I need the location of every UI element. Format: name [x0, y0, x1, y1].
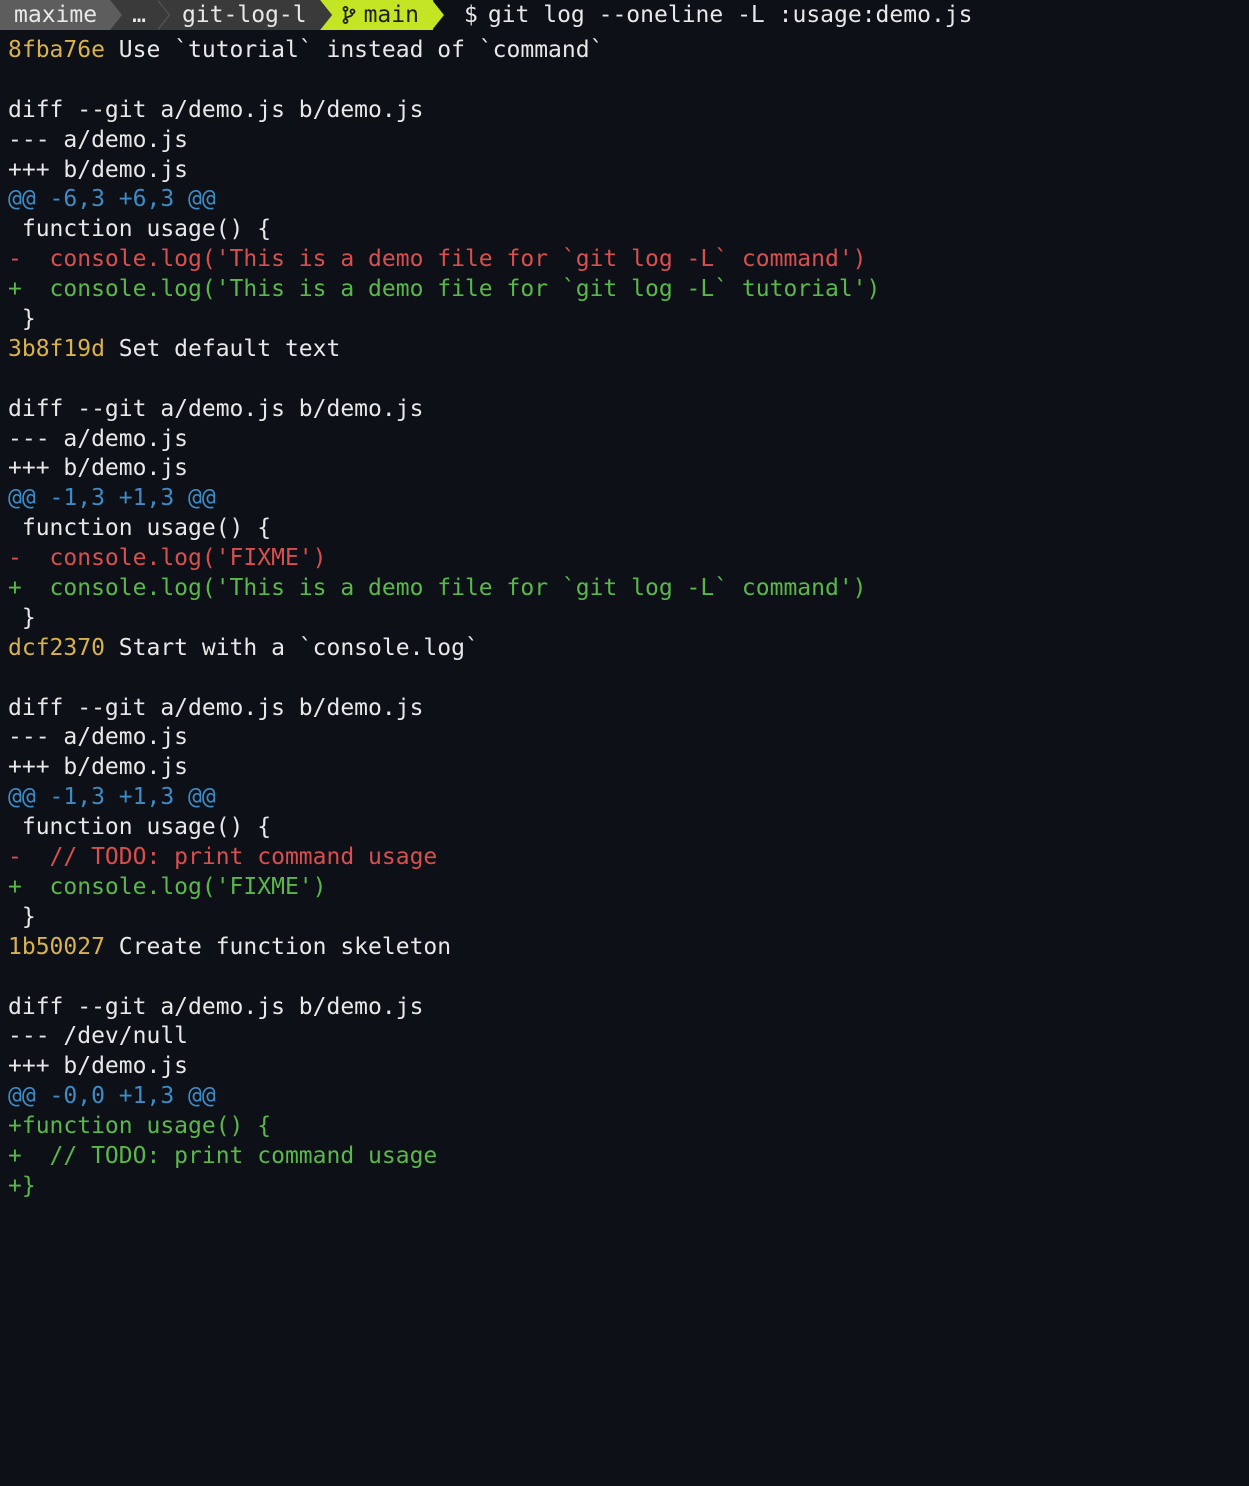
diff-old-file: --- /dev/null — [8, 1022, 1241, 1052]
diff-header: diff --git a/demo.js b/demo.js — [8, 395, 1241, 425]
chevron-icon — [320, 0, 332, 30]
diff-old-file: --- a/demo.js — [8, 425, 1241, 455]
git-branch-icon — [342, 5, 356, 25]
diff-context-line: } — [8, 903, 1241, 933]
blank-line — [8, 365, 1241, 395]
commit-hash: 3b8f19d — [8, 336, 105, 362]
commit-hash: 1b50027 — [8, 934, 105, 960]
diff-removed-line: - console.log('FIXME') — [8, 544, 1241, 574]
diff-added-line: +} — [8, 1172, 1241, 1202]
diff-hunk: @@ -1,3 +1,3 @@ — [8, 783, 1241, 813]
diff-added-line: +function usage() { — [8, 1112, 1241, 1142]
prompt-user-segment: maxime — [0, 0, 111, 30]
blank-line — [8, 664, 1241, 694]
prompt-dir: git-log-l — [182, 0, 307, 30]
diff-context-line: function usage() { — [8, 813, 1241, 843]
diff-old-file: --- a/demo.js — [8, 723, 1241, 753]
diff-hunk: @@ -0,0 +1,3 @@ — [8, 1082, 1241, 1112]
prompt-symbol: $ — [444, 0, 488, 30]
prompt-ellipsis: … — [132, 0, 146, 30]
diff-added-line: + console.log('This is a demo file for `… — [8, 275, 1241, 305]
diff-added-line: + console.log('This is a demo file for `… — [8, 574, 1241, 604]
commit-message: Create function skeleton — [105, 934, 451, 960]
commit-message: Use `tutorial` instead of `command` — [105, 37, 604, 63]
commit-hash: 8fba76e — [8, 37, 105, 63]
chevron-icon — [432, 0, 444, 30]
command-input[interactable]: git log --oneline -L :usage:demo.js — [488, 0, 973, 30]
commit-header: 1b50027 Create function skeleton — [8, 933, 1241, 963]
diff-hunk: @@ -6,3 +6,3 @@ — [8, 185, 1241, 215]
terminal-output: 8fba76e Use `tutorial` instead of `comma… — [0, 36, 1249, 1202]
commit-header: 3b8f19d Set default text — [8, 335, 1241, 365]
prompt-bar: maxime … git-log-l main $ git log --onel… — [0, 0, 1249, 30]
diff-new-file: +++ b/demo.js — [8, 156, 1241, 186]
commit-header: 8fba76e Use `tutorial` instead of `comma… — [8, 36, 1241, 66]
diff-context-line: } — [8, 604, 1241, 634]
prompt-branch-segment: main — [320, 0, 433, 30]
chevron-icon — [157, 0, 169, 30]
diff-hunk: @@ -1,3 +1,3 @@ — [8, 484, 1241, 514]
diff-new-file: +++ b/demo.js — [8, 1052, 1241, 1082]
diff-added-line: + console.log('FIXME') — [8, 873, 1241, 903]
diff-context-line: function usage() { — [8, 215, 1241, 245]
diff-new-file: +++ b/demo.js — [8, 753, 1241, 783]
prompt-branch: main — [364, 0, 419, 30]
chevron-icon — [110, 0, 122, 30]
diff-removed-line: - // TODO: print command usage — [8, 843, 1241, 873]
blank-line — [8, 66, 1241, 96]
commit-message: Start with a `console.log` — [105, 635, 479, 661]
diff-new-file: +++ b/demo.js — [8, 454, 1241, 484]
diff-removed-line: - console.log('This is a demo file for `… — [8, 245, 1241, 275]
prompt-dir-segment: git-log-l — [160, 0, 321, 30]
diff-context-line: } — [8, 305, 1241, 335]
blank-line — [8, 963, 1241, 993]
diff-old-file: --- a/demo.js — [8, 126, 1241, 156]
diff-header: diff --git a/demo.js b/demo.js — [8, 993, 1241, 1023]
diff-added-line: + // TODO: print command usage — [8, 1142, 1241, 1172]
commit-header: dcf2370 Start with a `console.log` — [8, 634, 1241, 664]
commit-hash: dcf2370 — [8, 635, 105, 661]
diff-header: diff --git a/demo.js b/demo.js — [8, 96, 1241, 126]
diff-context-line: function usage() { — [8, 514, 1241, 544]
diff-header: diff --git a/demo.js b/demo.js — [8, 694, 1241, 724]
commit-message: Set default text — [105, 336, 340, 362]
